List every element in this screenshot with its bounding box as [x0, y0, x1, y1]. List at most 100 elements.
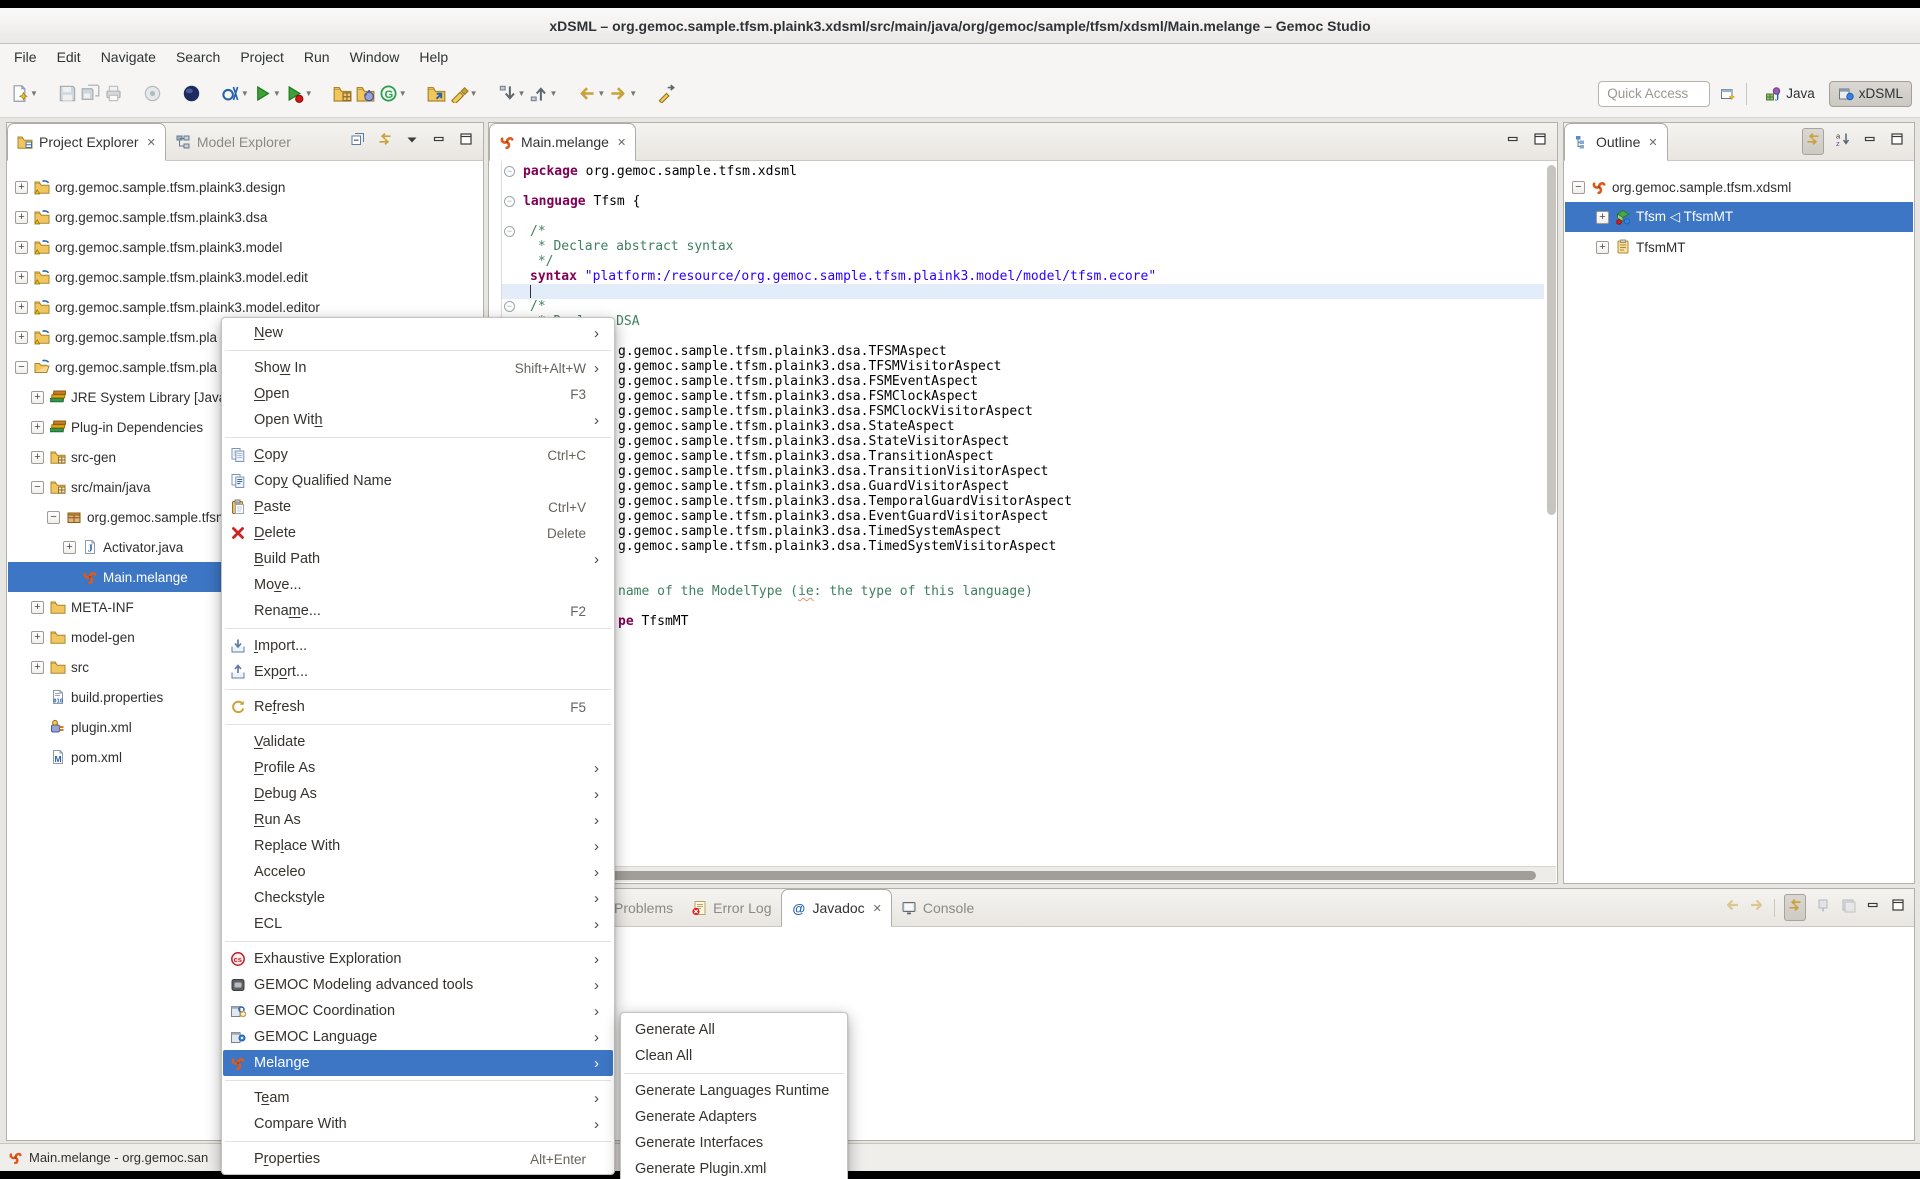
view-menu-button[interactable] [404, 131, 420, 152]
menubar-item-help[interactable]: Help [409, 46, 458, 68]
run-button[interactable]: ▼ [251, 79, 283, 109]
context-menu-item-run-as[interactable]: Run As› [223, 807, 613, 833]
context-menu-item-delete[interactable]: DeleteDelete [223, 520, 613, 546]
minimize-button[interactable] [1505, 131, 1521, 152]
expand-icon[interactable]: + [31, 421, 44, 434]
context-menu-item-copy-qualified-name[interactable]: Copy Qualified Name [223, 468, 613, 494]
dropdown-chevron-icon[interactable]: ▼ [30, 89, 38, 98]
context-menu-item-exhaustive-exploration[interactable]: csExhaustive Exploration› [223, 946, 613, 972]
dropdown-chevron-icon[interactable]: ▼ [470, 89, 478, 98]
expand-icon[interactable]: + [31, 391, 44, 404]
fold-collapse-icon[interactable]: − [504, 301, 515, 312]
tab-error-log[interactable]: Error Log [682, 889, 780, 926]
minimize-button[interactable] [431, 131, 447, 152]
minimize-button[interactable] [1862, 131, 1878, 152]
expand-icon[interactable]: + [15, 271, 28, 284]
tab-outline[interactable]: Outline✕ [1564, 123, 1668, 161]
collapse-icon[interactable]: − [31, 481, 44, 494]
context-menu-item-refresh[interactable]: RefreshF5 [223, 694, 613, 720]
perspective-button-java[interactable]: JJava [1757, 82, 1823, 106]
editor-horizontal-scrollbar[interactable] [496, 871, 1536, 880]
context-menu-item-open[interactable]: OpenF3 [223, 381, 613, 407]
collapse-icon[interactable]: − [1572, 181, 1585, 194]
back-button[interactable]: ▼ [575, 79, 607, 109]
tree-row[interactable]: −org.gemoc.sample.tfsm.xdsml [1565, 172, 1913, 202]
fold-collapse-icon[interactable]: − [504, 196, 515, 207]
new-gemoc-project-button[interactable]: G▼ [377, 79, 409, 109]
dropdown-chevron-icon[interactable]: ▼ [518, 89, 526, 98]
tree-row[interactable]: +org.gemoc.sample.tfsm.plaink3.model.edi… [8, 262, 482, 292]
minimize-button[interactable] [1865, 897, 1881, 918]
tree-row[interactable]: +org.gemoc.sample.tfsm.plaink3.dsa [8, 202, 482, 232]
print-button[interactable] [102, 79, 125, 109]
expand-icon[interactable]: + [15, 331, 28, 344]
dropdown-chevron-icon[interactable]: ▼ [629, 89, 637, 98]
tree-row[interactable]: +org.gemoc.sample.tfsm.plaink3.design [8, 172, 482, 202]
submenu-item-clean-all[interactable]: Clean All [622, 1043, 846, 1069]
submenu-item-generate-interfaces[interactable]: Generate Interfaces [622, 1130, 846, 1156]
context-menu-item-paste[interactable]: PasteCtrl+V [223, 494, 613, 520]
collapse-icon[interactable]: − [47, 511, 60, 524]
submenu-item-generate-languages-runtime[interactable]: Generate Languages Runtime [622, 1078, 846, 1104]
dropdown-chevron-icon[interactable]: ▼ [273, 89, 281, 98]
context-menu-item-open-with[interactable]: Open With› [223, 407, 613, 433]
maximize-button[interactable] [458, 131, 474, 152]
perspective-button-xdsml[interactable]: xDSML [1829, 81, 1912, 107]
new-java-project-button[interactable] [331, 79, 354, 109]
close-icon[interactable]: ✕ [873, 902, 882, 915]
fold-collapse-icon[interactable]: − [504, 166, 515, 177]
expand-icon[interactable]: + [31, 601, 44, 614]
menubar-item-window[interactable]: Window [340, 46, 410, 68]
dropdown-chevron-icon[interactable]: ▼ [399, 89, 407, 98]
expand-icon[interactable]: + [15, 241, 28, 254]
link-editor-button[interactable] [1802, 128, 1824, 155]
open-console-button[interactable] [1840, 897, 1856, 918]
submenu-item-generate-adapters[interactable]: Generate Adapters [622, 1104, 846, 1130]
menubar-item-run[interactable]: Run [294, 46, 340, 68]
pin-view-button[interactable] [1815, 897, 1831, 918]
context-menu-item-acceleo[interactable]: Acceleo› [223, 859, 613, 885]
tab-javadoc[interactable]: @Javadoc✕ [781, 889, 892, 927]
context-menu-item-import[interactable]: Import... [223, 633, 613, 659]
context-menu-item-gemoc-modeling-advanced-tools[interactable]: GEMOC Modeling advanced tools› [223, 972, 613, 998]
tree-row[interactable]: +TfsmMT [1565, 232, 1913, 262]
prev-annotation-button[interactable]: ▼ [527, 79, 559, 109]
context-menu-item-melange[interactable]: Melange› [223, 1050, 613, 1076]
last-edit-location-button[interactable] [655, 79, 678, 109]
maximize-button[interactable] [1890, 897, 1906, 918]
link-editor-button[interactable] [377, 131, 393, 152]
expand-icon[interactable]: + [15, 181, 28, 194]
context-menu-item-export[interactable]: Export... [223, 659, 613, 685]
tab-main-melange[interactable]: Main.melange ✕ [489, 123, 636, 161]
console-button[interactable] [180, 79, 203, 109]
menubar-item-file[interactable]: File [4, 46, 47, 68]
next-annotation-button[interactable]: ▼ [496, 79, 528, 109]
dropdown-chevron-icon[interactable]: ▼ [597, 89, 605, 98]
context-menu-item-build-path[interactable]: Build Path› [223, 546, 613, 572]
close-icon[interactable]: ✕ [147, 136, 156, 149]
save-all-button[interactable] [79, 79, 102, 109]
open-perspective-icon[interactable] [1720, 86, 1736, 102]
back-button[interactable] [1724, 897, 1740, 918]
expand-icon[interactable]: + [31, 631, 44, 644]
tab-console[interactable]: Console [892, 889, 983, 926]
context-menu-item-properties[interactable]: PropertiesAlt+Enter [223, 1146, 613, 1172]
context-menu-item-new[interactable]: New› [223, 320, 613, 346]
link-with-editor-button[interactable] [1784, 894, 1806, 921]
submenu-item-generate-plugin-xml[interactable]: Generate Plugin.xml [622, 1156, 846, 1179]
context-menu-item-show-in[interactable]: Show InShift+Alt+W› [223, 355, 613, 381]
context-menu-item-validate[interactable]: Validate [223, 729, 613, 755]
context-menu-item-team[interactable]: Team› [223, 1085, 613, 1111]
sort-button[interactable]: az [1835, 131, 1851, 152]
menubar-item-edit[interactable]: Edit [47, 46, 91, 68]
context-menu-item-replace-with[interactable]: Replace With› [223, 833, 613, 859]
context-menu-item-gemoc-coordination[interactable]: GEMOC Coordination› [223, 998, 613, 1024]
save-button[interactable] [56, 79, 79, 109]
expand-icon[interactable]: + [31, 451, 44, 464]
forward-button[interactable] [1749, 897, 1765, 918]
debug-ui-button[interactable] [141, 79, 164, 109]
dropdown-chevron-icon[interactable]: ▼ [549, 89, 557, 98]
collapse-all-button[interactable] [350, 131, 366, 152]
dropdown-chevron-icon[interactable]: ▼ [305, 89, 313, 98]
collapse-icon[interactable]: − [15, 361, 28, 374]
